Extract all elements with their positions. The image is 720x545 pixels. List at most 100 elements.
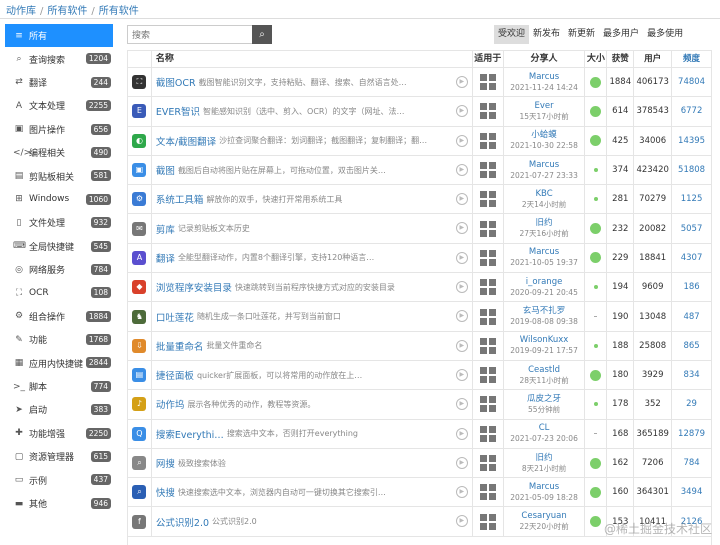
table-row[interactable]: A 翻译 全能型翻译动作，内置8个翻译引擎，支持120种语言… ▶ Marcus 2021… xyxy=(128,243,711,274)
app-name-link[interactable]: 浏览程序安装目录 xyxy=(156,280,232,294)
sidebar-item[interactable]: ⌨ 全局快捷键 545 xyxy=(5,235,113,258)
sidebar-item[interactable]: ⌕ 查询搜索 1204 xyxy=(5,47,113,70)
app-description: 公式识别2.0 xyxy=(212,517,257,527)
sort-tab[interactable]: 最多使用 xyxy=(643,25,687,44)
breadcrumb-item[interactable]: 所有软件 xyxy=(47,6,87,17)
windows-platform-icon xyxy=(479,425,496,442)
sharer-link[interactable]: 旧约 xyxy=(536,453,553,464)
table-row[interactable]: ♞ 口吐莲花 随机生成一条口吐莲花，并写到当前窗口 ▶ 玄马不扎罗 2019-08-08 … xyxy=(128,302,711,332)
table-row[interactable]: ◐ 文本/截图翻译 沙拉查词聚合翻译：划词翻译；截图翻译；复制翻译；翻… ▶ 小蛤蟆 20… xyxy=(128,126,711,156)
app-name-link[interactable]: EVER智识 xyxy=(156,104,200,118)
run-icon[interactable]: ▶ xyxy=(455,339,468,352)
app-name-link[interactable]: 截图OCR xyxy=(156,75,196,89)
run-icon[interactable]: ▶ xyxy=(455,281,468,294)
sidebar-item[interactable]: ▯ 文件处理 932 xyxy=(5,211,113,234)
search-button[interactable]: ⌕ xyxy=(252,25,272,44)
sidebar-item[interactable]: ⇄ 翻译 244 xyxy=(5,71,113,94)
sort-tab[interactable]: 新更新 xyxy=(564,25,599,44)
table-row[interactable]: ♪ 动作坞 展示各种优秀的动作，教程等资源。 ▶ 瓜皮之牙 55分钟前 178 352 29 xyxy=(128,390,711,420)
sharer-link[interactable]: CL xyxy=(539,423,550,434)
table-row[interactable]: ⚙ 系统工具箱 解放你的双手，快速打开常用系统工具 ▶ KBC 2天14小时前 281 702… xyxy=(128,185,711,215)
app-name-link[interactable]: 捷径面板 xyxy=(156,368,194,382)
run-icon[interactable]: ▶ xyxy=(455,310,468,323)
run-icon[interactable]: ▶ xyxy=(455,76,468,88)
sharer-link[interactable]: Marcus xyxy=(529,247,559,258)
sidebar-item[interactable]: ▭ 示例 437 xyxy=(5,468,113,491)
sidebar-item[interactable]: ✎ 功能 1768 xyxy=(5,328,113,351)
sidebar-item[interactable]: ➤ 启动 383 xyxy=(5,398,113,421)
table-row[interactable]: E EVER智识 智能感知识别（选中、剪入、OCR）的文字（网址、法… ▶ Ever 15… xyxy=(128,97,711,127)
sidebar-item[interactable]: >_ 脚本 774 xyxy=(5,375,113,398)
sidebar-item[interactable]: ▣ 图片操作 656 xyxy=(5,118,113,141)
run-icon[interactable]: ▶ xyxy=(455,427,468,440)
sidebar-item[interactable]: ⊞ Windows 1060 xyxy=(5,188,113,211)
sharer-link[interactable]: Cesaryuan xyxy=(521,511,566,522)
run-icon[interactable]: ▶ xyxy=(455,368,468,381)
sidebar-item[interactable]: ▢ 资源管理器 615 xyxy=(5,445,113,468)
sidebar-item[interactable]: </> 编程相关 490 xyxy=(5,141,113,164)
run-icon[interactable]: ▶ xyxy=(455,456,468,469)
users-count: 352 xyxy=(633,390,671,419)
windows-platform-icon xyxy=(479,191,496,208)
run-icon[interactable]: ▶ xyxy=(455,251,468,264)
sidebar-item[interactable]: ▦ 应用内快捷键 2844 xyxy=(5,351,113,374)
sharer-link[interactable]: 瓜皮之牙 xyxy=(527,394,561,405)
app-name-link[interactable]: 口吐莲花 xyxy=(156,310,194,324)
app-description: 极致搜索体验 xyxy=(177,458,226,468)
run-icon[interactable]: ▶ xyxy=(455,105,468,118)
col-name-header[interactable]: 名称 xyxy=(150,51,472,67)
app-name-link[interactable]: 批量重命名 xyxy=(156,339,204,353)
sharer-link[interactable]: Marcus xyxy=(529,160,559,171)
table-row[interactable]: ⌕ 快搜 快速搜索选中文本，浏览器内自动可一键切换其它搜索引… ▶ Marcus 2021… xyxy=(128,478,711,508)
sidebar-item[interactable]: ✚ 功能增强 2250 xyxy=(5,422,113,445)
run-icon[interactable]: ▶ xyxy=(455,486,468,499)
app-name-link[interactable]: 动作坞 xyxy=(156,397,185,411)
app-name-link[interactable]: 截图 xyxy=(156,163,175,177)
table-row[interactable]: ⇩ 批量重命名 批量文件重命名 ▶ WilsonKuxx 2019-09-21 17:57… xyxy=(128,331,711,361)
breadcrumb-item[interactable]: 动作库 xyxy=(6,6,36,17)
sidebar-item[interactable]: ≡ 所有 xyxy=(5,24,113,48)
sidebar-item[interactable]: ▤ 剪贴板相关 581 xyxy=(5,164,113,187)
table-row[interactable]: ⛶ 截图OCR 截图智能识别文字，支持粘贴、翻译、搜索、自然语言处… ▶ Marcus 2… xyxy=(128,68,711,98)
app-name-link[interactable]: 公式识别2.0 xyxy=(156,515,209,529)
sort-tab[interactable]: 新发布 xyxy=(529,25,564,44)
sharer-link[interactable]: 旧约 xyxy=(536,218,553,229)
search-input[interactable] xyxy=(127,25,254,44)
sharer-link[interactable]: Ceastld xyxy=(528,365,560,376)
table-row[interactable]: ✉ 剪库 记录剪贴板文本历史 ▶ 旧约 27天16小时前 232 20082 5057 xyxy=(128,214,711,244)
table-row[interactable]: ◆ 浏览程序安装目录 快速跳转到当前程序快捷方式对应的安装目录 ▶ i_orange 20… xyxy=(128,273,711,303)
sharer-link[interactable]: Marcus xyxy=(529,72,559,83)
run-icon[interactable]: ▶ xyxy=(455,134,468,147)
table-row[interactable]: ▤ 捷径面板 quicker扩展面板，可以将常用的动作放在上… ▶ Ceastld 28天… xyxy=(128,360,711,391)
run-icon[interactable]: ▶ xyxy=(455,398,468,411)
sharer-link[interactable]: i_orange xyxy=(526,277,563,288)
sort-tabs: 受欢迎 新发布 新更新 最多用户 最多使用 xyxy=(494,25,687,44)
sharer-link[interactable]: 小蛤蟆 xyxy=(531,130,557,141)
table-row[interactable]: ⌕ 网搜 极致搜索体验 ▶ 旧约 8天21小时前 162 7206 784 xyxy=(128,448,711,479)
table-row[interactable]: ▣ 截图 截图后自动将图片贴在屏幕上，可拖动位置，双击图片关… ▶ Marcus 2021… xyxy=(128,155,711,186)
app-name-link[interactable]: 剪库 xyxy=(156,222,175,236)
app-name-link[interactable]: 网搜 xyxy=(156,456,175,470)
app-name-link[interactable]: 文本/截图翻译 xyxy=(156,134,216,148)
sidebar-item[interactable]: ⚙ 组合操作 1884 xyxy=(5,305,113,328)
app-name-link[interactable]: 搜索Everythi… xyxy=(156,427,224,441)
sidebar-item[interactable]: ◎ 网络服务 784 xyxy=(5,258,113,281)
sort-tab[interactable]: 最多用户 xyxy=(599,25,643,44)
run-icon[interactable]: ▶ xyxy=(455,222,468,235)
sharer-link[interactable]: Ever xyxy=(535,101,554,112)
run-icon[interactable]: ▶ xyxy=(455,515,468,528)
sharer-link[interactable]: 玄马不扎罗 xyxy=(523,306,566,317)
table-row[interactable]: Q 搜索Everythi… 搜索选中文本，否则打开everything ▶ CL 2021… xyxy=(128,419,711,449)
app-name-link[interactable]: 系统工具箱 xyxy=(156,192,204,206)
run-icon[interactable]: ▶ xyxy=(455,163,468,176)
sort-tab[interactable]: 受欢迎 xyxy=(494,25,530,44)
sidebar-item[interactable]: ⛶ OCR 108 xyxy=(5,281,113,304)
run-icon[interactable]: ▶ xyxy=(455,193,468,206)
sidebar-item[interactable]: ▬ 其他 946 xyxy=(5,492,113,515)
sharer-link[interactable]: Marcus xyxy=(529,482,559,493)
sidebar-item[interactable]: A 文本处理 2255 xyxy=(5,94,113,117)
app-name-link[interactable]: 翻译 xyxy=(156,251,175,265)
sharer-link[interactable]: KBC xyxy=(535,189,552,200)
sharer-link[interactable]: WilsonKuxx xyxy=(520,335,569,346)
app-name-link[interactable]: 快搜 xyxy=(156,485,175,499)
